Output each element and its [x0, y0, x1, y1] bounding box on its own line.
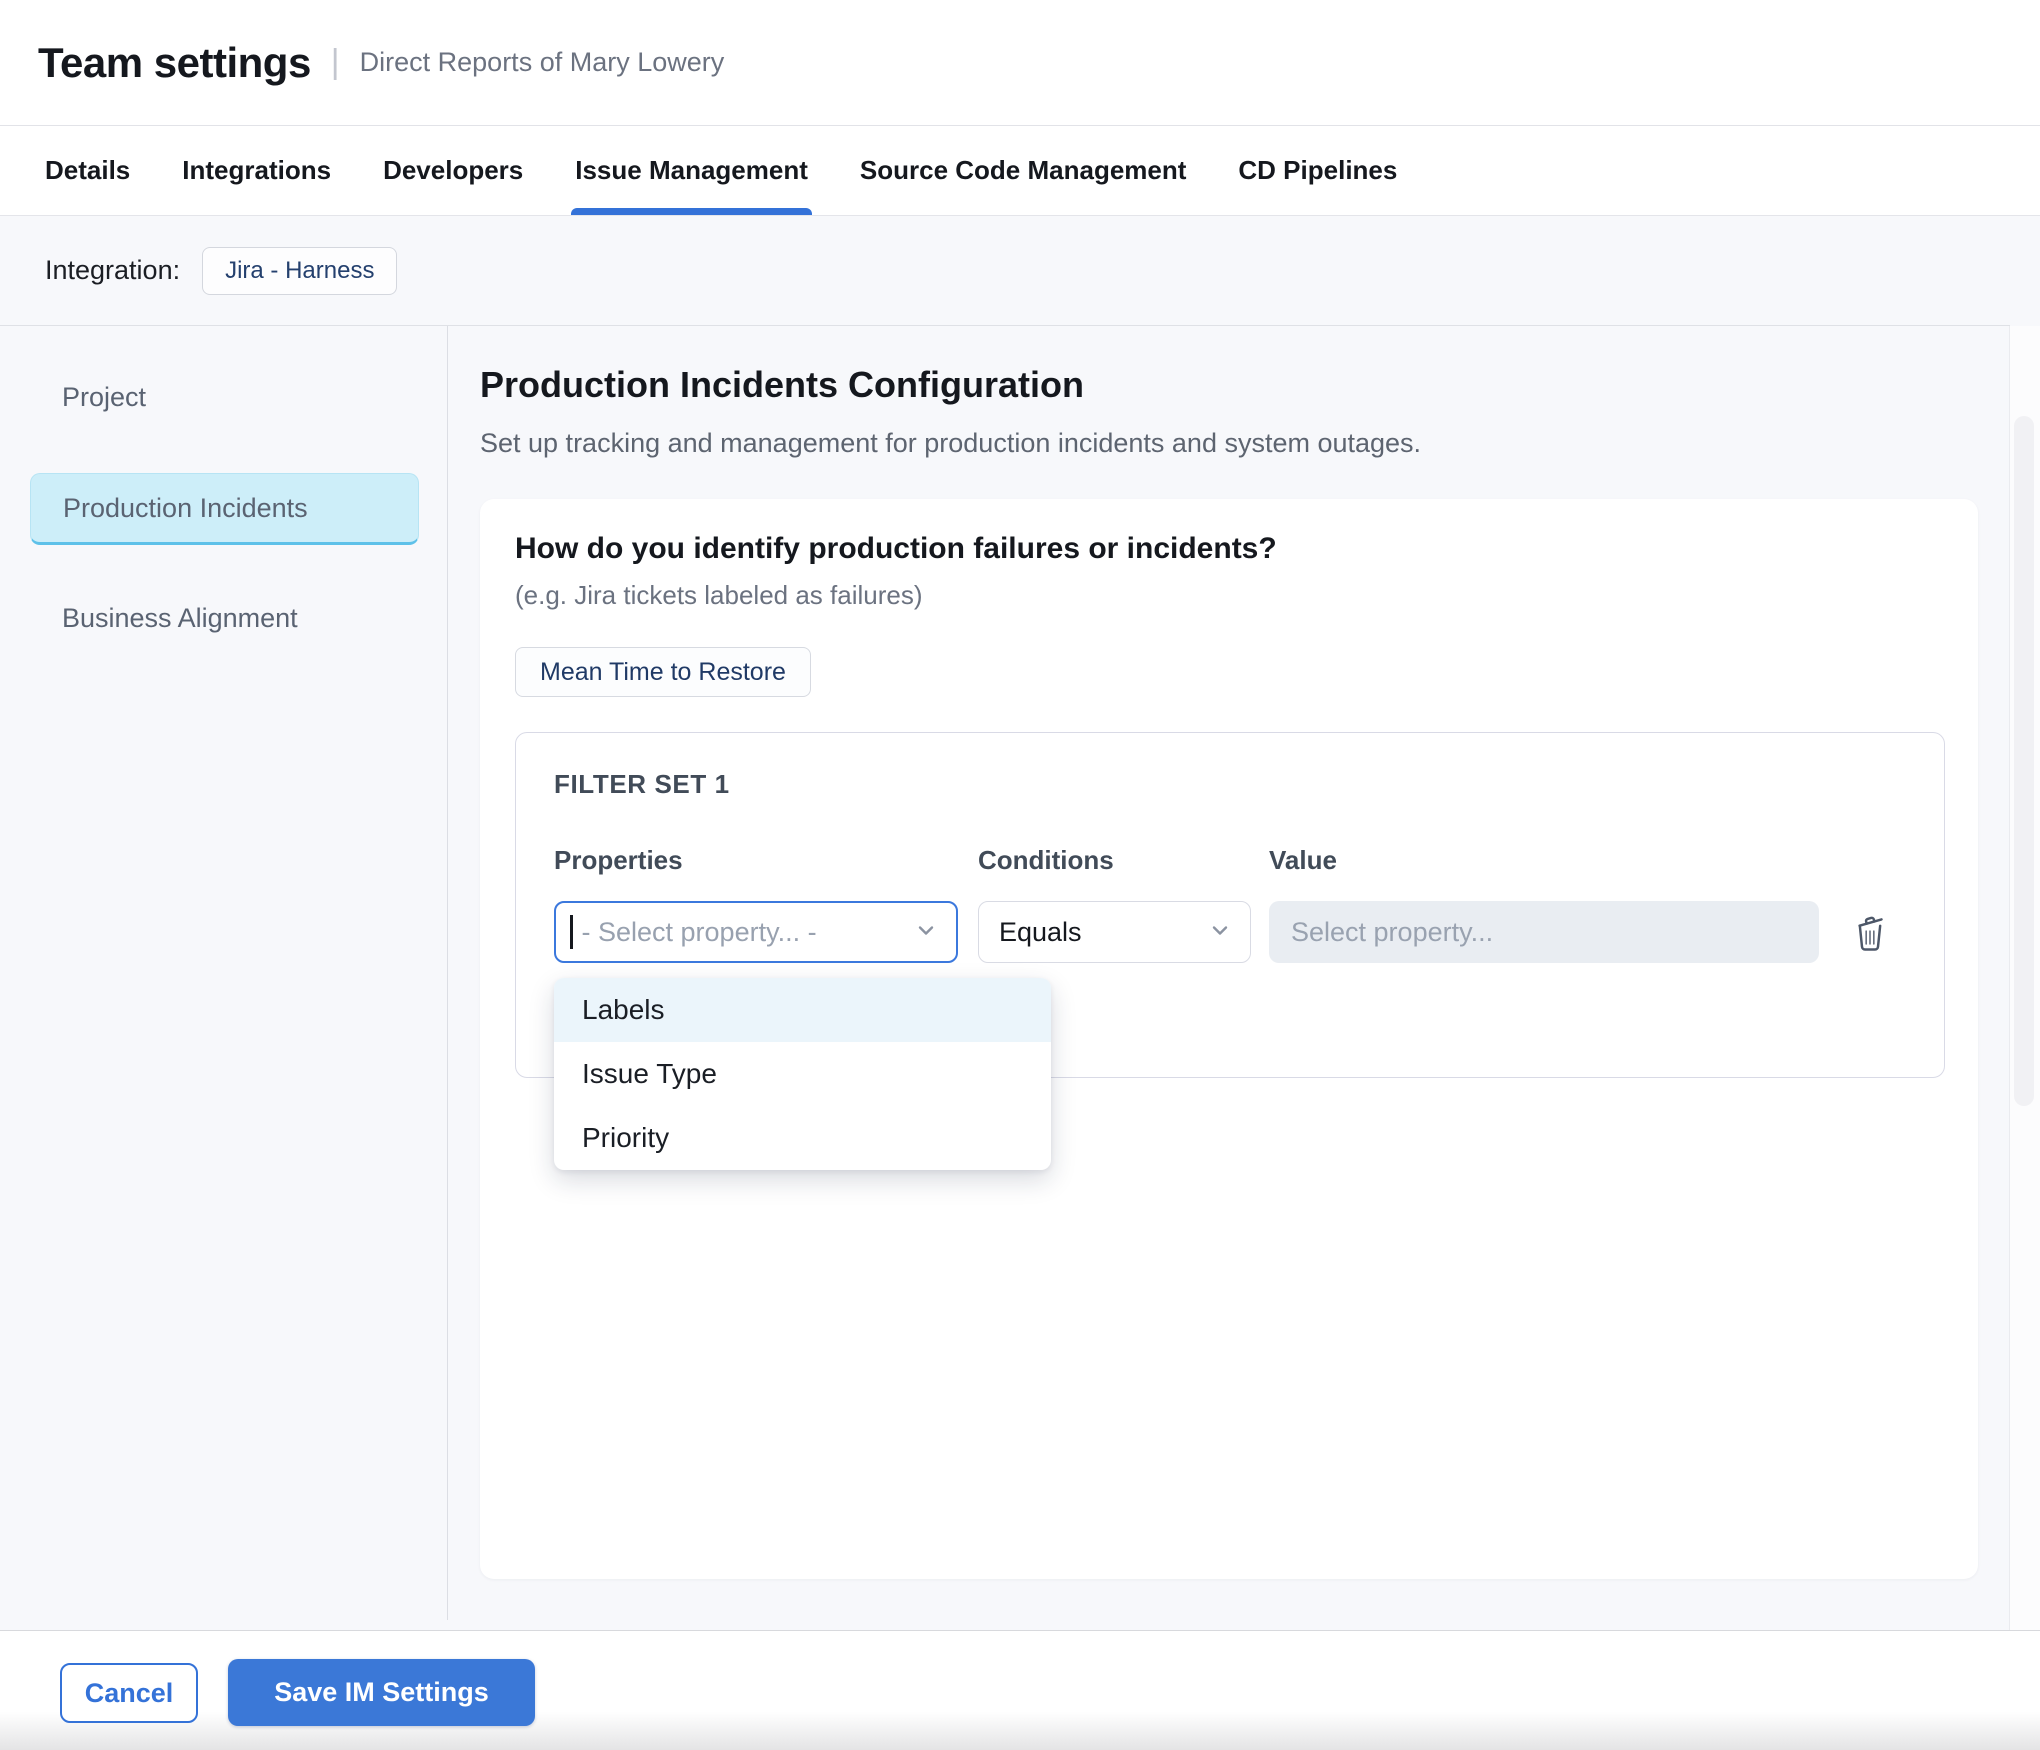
tab-issue-management[interactable]: Issue Management [575, 126, 808, 215]
integration-label: Integration: [45, 255, 180, 286]
settings-tab-bar: Details Integrations Developers Issue Ma… [0, 126, 2040, 216]
dropdown-option-labels[interactable]: Labels [554, 978, 1051, 1042]
page-title: Team settings [38, 39, 311, 87]
tab-label: Issue Management [575, 155, 808, 186]
sidebar-item-business-alignment[interactable]: Business Alignment [30, 582, 419, 654]
condition-select-value: Equals [999, 917, 1200, 948]
filter-set-card: FILTER SET 1 Properties Conditions Value… [515, 732, 1945, 1078]
tab-source-code-management[interactable]: Source Code Management [860, 126, 1187, 215]
chevron-down-icon [1208, 918, 1232, 947]
question-heading: How do you identify production failures … [515, 532, 1277, 566]
sidebar-item-project[interactable]: Project [30, 361, 419, 433]
settings-sidebar: Project Production Incidents Business Al… [0, 326, 448, 1620]
dropdown-option-priority[interactable]: Priority [554, 1106, 1051, 1170]
delete-filter-button[interactable] [1846, 909, 1894, 957]
property-select-placeholder: - Select property... - [582, 917, 907, 948]
team-settings-page: Team settings | Direct Reports of Mary L… [0, 0, 2040, 1750]
tab-integrations[interactable]: Integrations [182, 126, 331, 215]
property-select[interactable]: - Select property... - [554, 901, 958, 963]
property-dropdown: Labels Issue Type Priority [554, 978, 1051, 1170]
scrollbar-thumb[interactable] [2014, 416, 2034, 1106]
metric-tab-mean-time-to-restore[interactable]: Mean Time to Restore [515, 647, 811, 697]
column-header-properties: Properties [554, 845, 683, 876]
question-hint: (e.g. Jira tickets labeled as failures) [515, 580, 923, 611]
incident-config-card: How do you identify production failures … [480, 499, 1978, 1579]
page-subtitle: Direct Reports of Mary Lowery [360, 47, 725, 78]
integration-row: Integration: Jira - Harness [0, 216, 2010, 326]
tab-label: Source Code Management [860, 155, 1187, 186]
cancel-button[interactable]: Cancel [60, 1663, 198, 1723]
scrollbar-track[interactable] [2009, 326, 2040, 1630]
tab-label: Developers [383, 155, 523, 186]
footer-bar: Cancel Save IM Settings [0, 1630, 2040, 1750]
title-divider: | [331, 43, 340, 82]
dropdown-option-issue-type[interactable]: Issue Type [554, 1042, 1051, 1106]
active-tab-underline [571, 208, 812, 215]
sidebar-item-label: Production Incidents [63, 493, 308, 524]
tab-cd-pipelines[interactable]: CD Pipelines [1238, 126, 1397, 215]
text-cursor [570, 915, 573, 949]
value-input[interactable] [1269, 901, 1819, 963]
filter-set-title: FILTER SET 1 [554, 769, 730, 800]
tab-details[interactable]: Details [45, 126, 130, 215]
tab-label: Integrations [182, 155, 331, 186]
sidebar-item-label: Project [62, 382, 146, 413]
column-header-conditions: Conditions [978, 845, 1114, 876]
sidebar-item-production-incidents[interactable]: Production Incidents [30, 473, 419, 545]
column-header-value: Value [1269, 845, 1337, 876]
integration-chip[interactable]: Jira - Harness [202, 247, 397, 295]
tab-label: CD Pipelines [1238, 155, 1397, 186]
chevron-down-icon [914, 918, 938, 947]
content-region: Integration: Jira - Harness Project Prod… [0, 216, 2040, 1630]
section-subtitle: Set up tracking and management for produ… [480, 428, 1421, 459]
tab-developers[interactable]: Developers [383, 126, 523, 215]
trash-icon [1851, 912, 1889, 955]
main-panel: Production Incidents Configuration Set u… [449, 326, 2010, 1630]
tab-label: Details [45, 155, 130, 186]
condition-select[interactable]: Equals [978, 901, 1251, 963]
section-title: Production Incidents Configuration [480, 364, 1084, 406]
save-im-settings-button[interactable]: Save IM Settings [228, 1659, 535, 1726]
sidebar-item-label: Business Alignment [62, 603, 298, 634]
page-header: Team settings | Direct Reports of Mary L… [0, 0, 2040, 126]
